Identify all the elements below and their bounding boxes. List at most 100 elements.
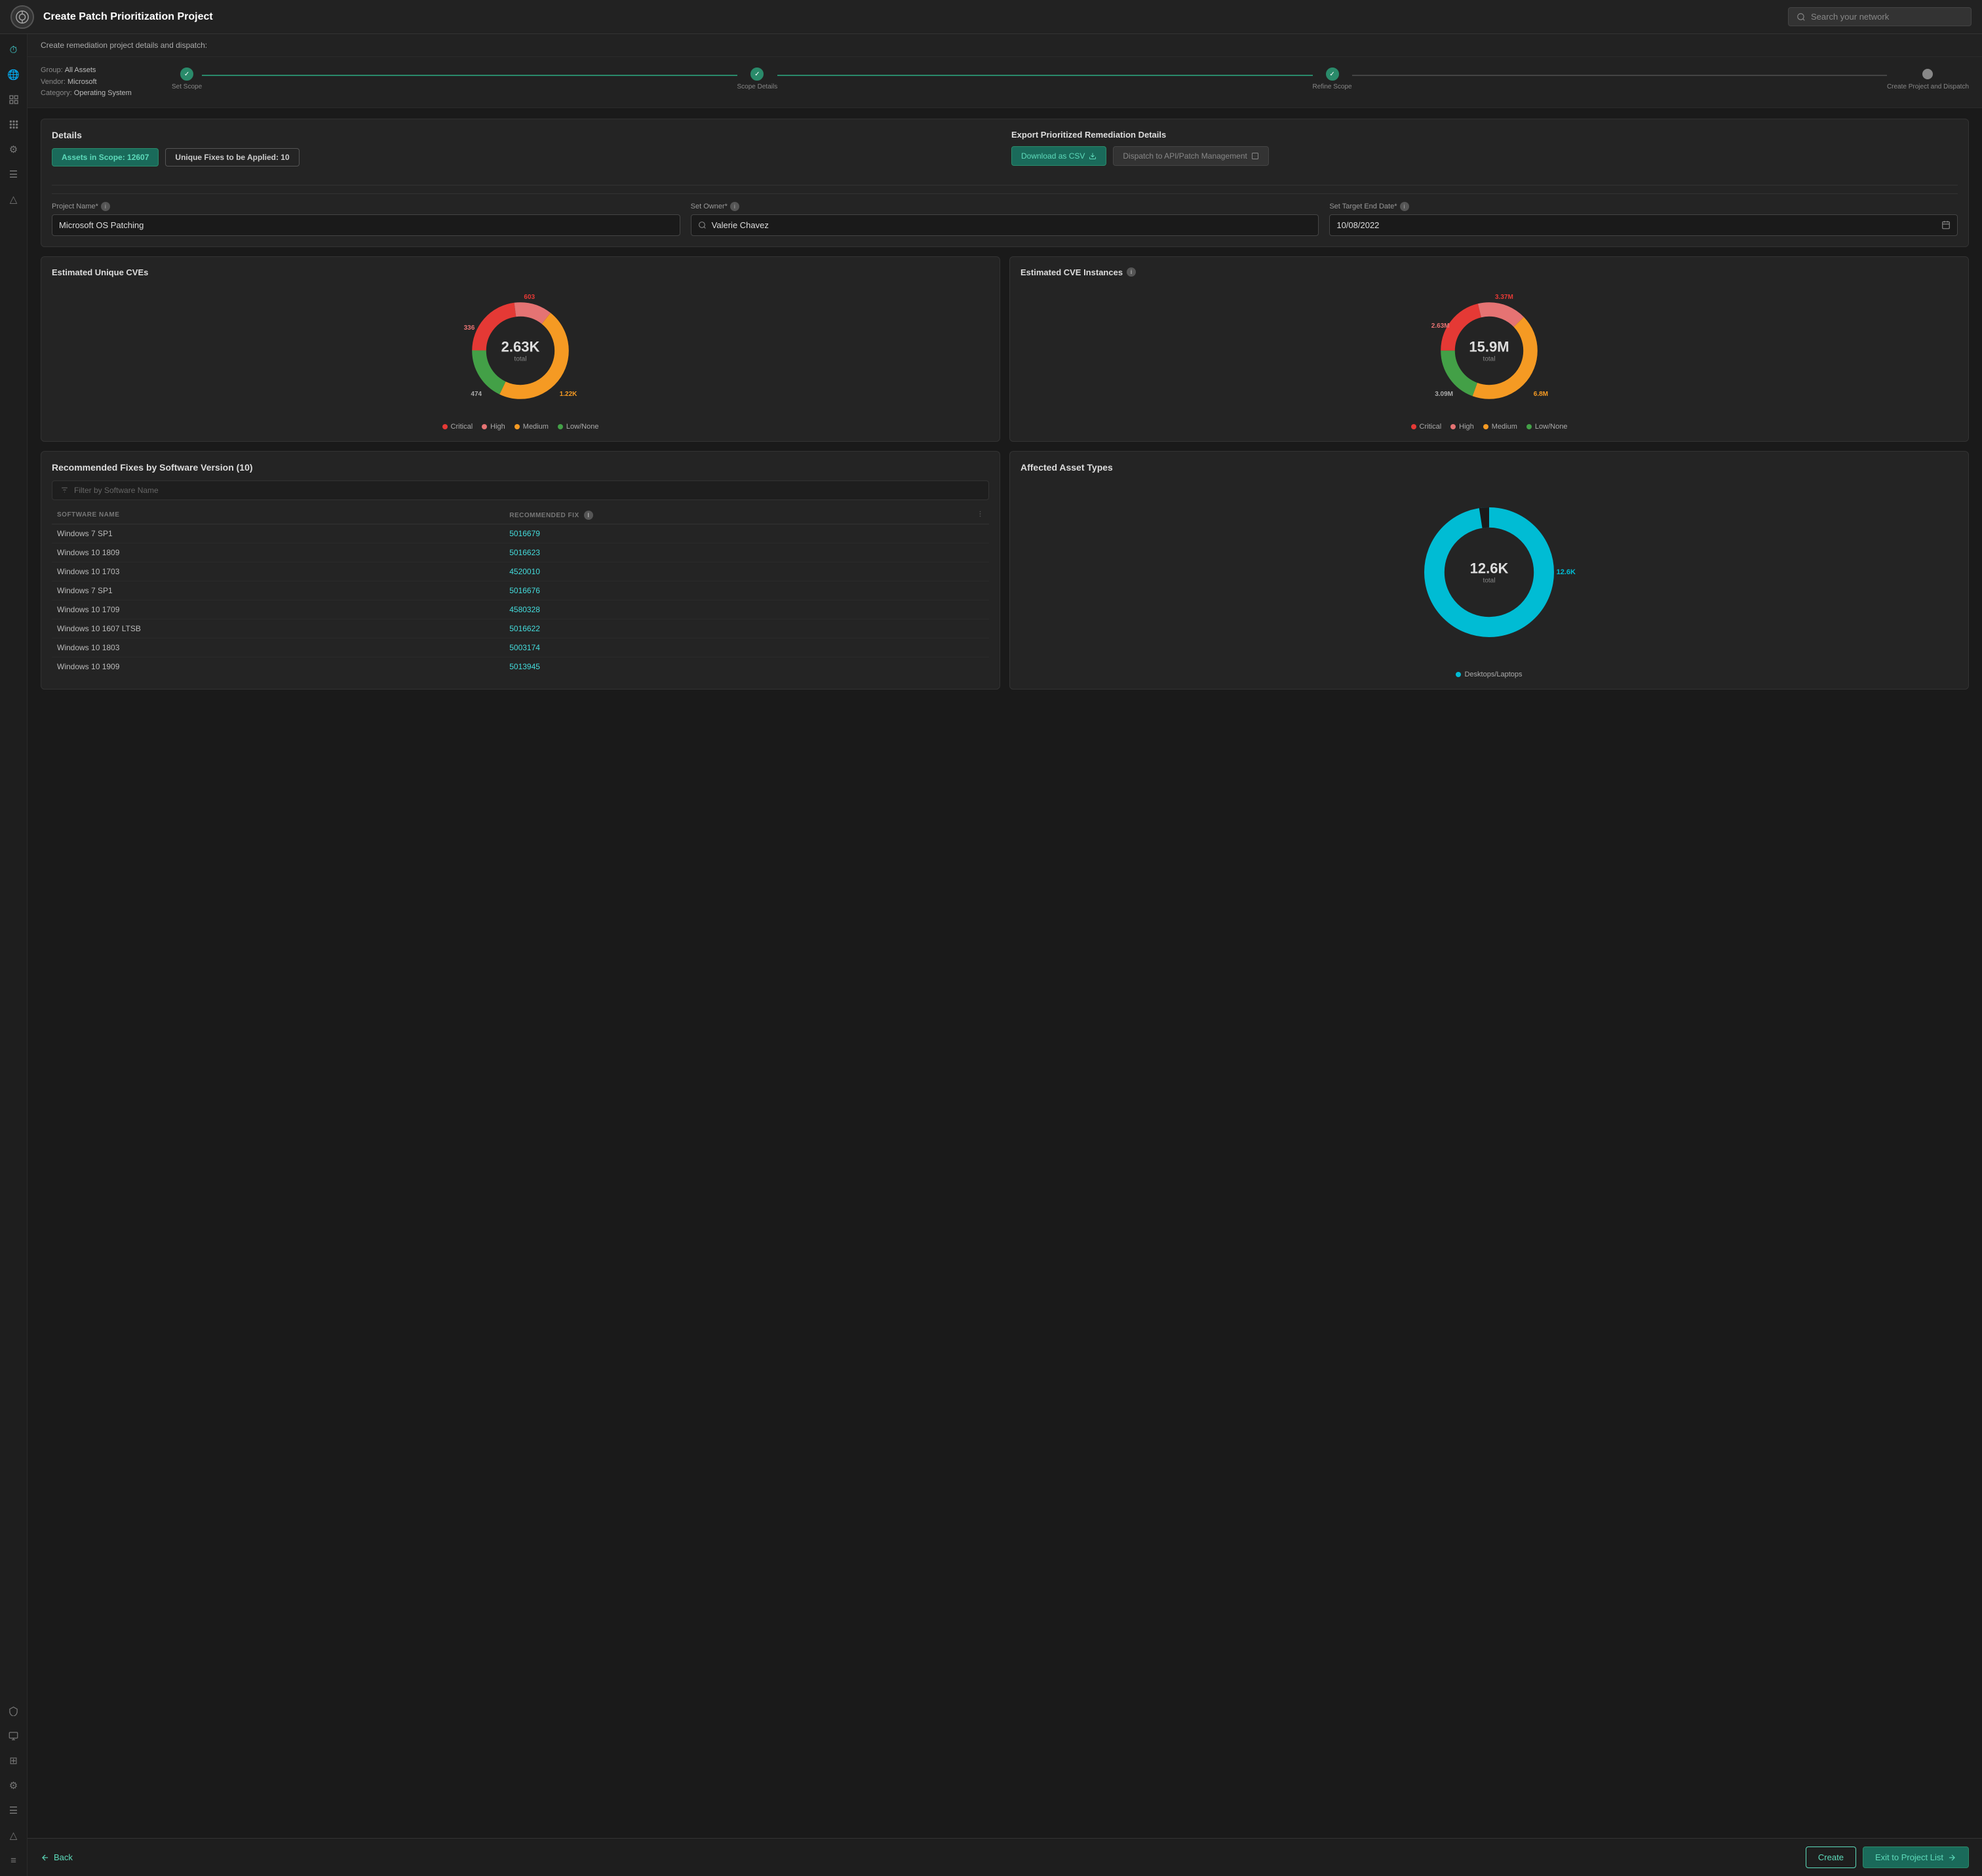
sidebar-icon-globe[interactable]: 🌐 xyxy=(3,64,24,85)
affected-assets-card: Affected Asset Types 12.6K total xyxy=(1009,451,1969,690)
download-csv-label: Download as CSV xyxy=(1021,151,1085,161)
fixes-title: Recommended Fixes by Software Version (1… xyxy=(52,462,989,473)
dispatch-button[interactable]: Dispatch to API/Patch Management xyxy=(1113,146,1268,166)
sidebar-icon-clock[interactable]: ⏱ xyxy=(3,39,24,60)
project-name-label: Project Name* i xyxy=(52,202,680,211)
table-row: Windows 10 1709 4580328 xyxy=(52,600,989,619)
software-name-cell: Windows 7 SP1 xyxy=(52,524,504,543)
step-label-3: Refine Scope xyxy=(1313,83,1352,90)
footer-right: Create Exit to Project List xyxy=(1806,1847,1969,1868)
project-name-info-icon[interactable]: i xyxy=(101,202,110,211)
sidebar-icon-grid[interactable] xyxy=(3,114,24,135)
table-row: Windows 10 1809 5016623 xyxy=(52,543,989,562)
filter-placeholder: Filter by Software Name xyxy=(74,486,159,495)
steps-bar: Group: All Assets Vendor: Microsoft Cate… xyxy=(28,57,1982,108)
cve-label-low: 474 xyxy=(471,391,482,398)
end-date-label: Set Target End Date* i xyxy=(1329,202,1958,211)
project-name-input[interactable]: Microsoft OS Patching xyxy=(52,214,680,236)
fix-link-cell[interactable]: 5016676 xyxy=(504,581,989,600)
cve-instances-total-label: total xyxy=(1469,355,1509,362)
unique-cves-total: 2.63K xyxy=(501,338,540,355)
sidebar-icon-reports[interactable]: ☰ xyxy=(3,1800,24,1821)
table-row: Windows 7 SP1 5016679 xyxy=(52,524,989,543)
step-circle-4 xyxy=(1922,69,1933,79)
category-label: Category: xyxy=(41,89,72,97)
fix-col-info-icon[interactable]: i xyxy=(584,511,593,520)
sidebar-icon-apps[interactable]: ⊞ xyxy=(3,1750,24,1771)
step-scope-details[interactable]: ✓ Scope Details xyxy=(737,68,778,90)
step-refine-scope[interactable]: ✓ Refine Scope xyxy=(1313,68,1352,90)
affected-assets-center: 12.6K total xyxy=(1470,560,1509,584)
cve-label-medium: 1.22K xyxy=(560,391,577,398)
fix-link-cell[interactable]: 5003174 xyxy=(504,638,989,657)
exit-button[interactable]: Exit to Project List xyxy=(1863,1847,1969,1868)
unique-cves-legend: Critical High Medium xyxy=(442,423,599,431)
search-placeholder: Search your network xyxy=(1811,12,1889,22)
asset-legend-desktops: Desktops/Laptops xyxy=(1456,671,1522,678)
fix-link-cell[interactable]: 5016679 xyxy=(504,524,989,543)
sidebar-icon-gear[interactable]: ⚙ xyxy=(3,1775,24,1796)
cve-instances-card: Estimated CVE Instances i xyxy=(1009,256,1969,442)
end-date-info-icon[interactable]: i xyxy=(1400,202,1409,211)
download-csv-button[interactable]: Download as CSV xyxy=(1011,146,1106,166)
bottom-row: Recommended Fixes by Software Version (1… xyxy=(41,451,1969,690)
owner-input[interactable]: Valerie Chavez xyxy=(691,214,1319,236)
step-create-dispatch[interactable]: Create Project and Dispatch xyxy=(1887,68,1969,90)
software-name-cell: Windows 7 SP1 xyxy=(52,581,504,600)
affected-assets-legend: Desktops/Laptops xyxy=(1456,671,1522,678)
category-value: Operating System xyxy=(74,89,132,97)
table-row: Windows 7 SP1 5016676 xyxy=(52,581,989,600)
filter-icon xyxy=(60,486,69,494)
sidebar-icon-monitor[interactable] xyxy=(3,1725,24,1746)
create-button[interactable]: Create xyxy=(1806,1847,1856,1868)
end-date-value: 10/08/2022 xyxy=(1336,220,1941,230)
owner-group: Set Owner* i Valerie Chavez xyxy=(691,202,1319,236)
owner-info-icon[interactable]: i xyxy=(730,202,739,211)
end-date-input[interactable]: 10/08/2022 xyxy=(1329,214,1958,236)
fix-link-cell[interactable]: 4520010 xyxy=(504,562,989,581)
download-icon xyxy=(1089,152,1097,160)
inst-label-low-text: Low/None xyxy=(1535,423,1568,431)
software-name-cell: Windows 10 1809 xyxy=(52,543,504,562)
details-right: Export Prioritized Remediation Details D… xyxy=(1011,130,1958,166)
owner-search-icon xyxy=(698,221,707,229)
sidebar-icon-list[interactable]: ☰ xyxy=(3,164,24,185)
page-footer: Back Create Exit to Project List xyxy=(28,1838,1982,1876)
sidebar-icon-dashboard[interactable] xyxy=(3,89,24,110)
back-label: Back xyxy=(54,1852,73,1862)
software-name-cell: Windows 10 1703 xyxy=(52,562,504,581)
fix-link-cell[interactable]: 4580328 xyxy=(504,600,989,619)
inst-legend-high: High xyxy=(1450,423,1474,431)
asset-label-desktops-text: Desktops/Laptops xyxy=(1464,671,1522,678)
back-button[interactable]: Back xyxy=(41,1852,73,1862)
inst-legend-low: Low/None xyxy=(1526,423,1568,431)
sidebar-icon-shield[interactable] xyxy=(3,1700,24,1721)
fix-link-cell[interactable]: 5016622 xyxy=(504,619,989,638)
sidebar-icon-warning[interactable]: △ xyxy=(3,1825,24,1846)
charts-row: Estimated Unique CVEs xyxy=(41,256,1969,442)
sidebar-icon-menu[interactable]: ≡ xyxy=(3,1850,24,1871)
affected-assets-total-label: total xyxy=(1470,577,1509,584)
fix-link-cell[interactable]: 5016623 xyxy=(504,543,989,562)
details-top: Details Assets in Scope: 12607 Unique Fi… xyxy=(52,130,1958,177)
filter-bar[interactable]: Filter by Software Name xyxy=(52,480,989,500)
fix-link-cell[interactable]: 5013945 xyxy=(504,657,989,676)
fix-col-menu-icon[interactable]: ⋮ xyxy=(977,511,984,518)
cve-instances-info-icon[interactable]: i xyxy=(1127,267,1136,277)
top-header: Create Patch Prioritization Project Sear… xyxy=(0,0,1982,34)
steps-row: ✓ Set Scope ✓ Scope Details ✓ Refine Sco… xyxy=(172,68,1969,90)
cve-instances-center: 15.9M total xyxy=(1469,338,1509,362)
export-buttons: Download as CSV Dispatch to API/Patch Ma… xyxy=(1011,146,1958,166)
search-bar[interactable]: Search your network xyxy=(1788,7,1972,26)
sidebar-icon-alert[interactable]: △ xyxy=(3,189,24,210)
col-software-name: SOFTWARE NAME xyxy=(52,507,504,524)
main-layout: ⏱ 🌐 ⚙ ☰ △ xyxy=(0,34,1982,1876)
fixes-card: Recommended Fixes by Software Version (1… xyxy=(41,451,1000,690)
step-circle-1: ✓ xyxy=(180,68,193,81)
calendar-icon[interactable] xyxy=(1941,220,1951,229)
sidebar-icon-settings[interactable]: ⚙ xyxy=(3,139,24,160)
asset-label-desktops: 12.6K xyxy=(1557,568,1576,576)
legend-critical: Critical xyxy=(442,423,473,431)
step-set-scope[interactable]: ✓ Set Scope xyxy=(172,68,202,90)
unique-cves-card: Estimated Unique CVEs xyxy=(41,256,1000,442)
